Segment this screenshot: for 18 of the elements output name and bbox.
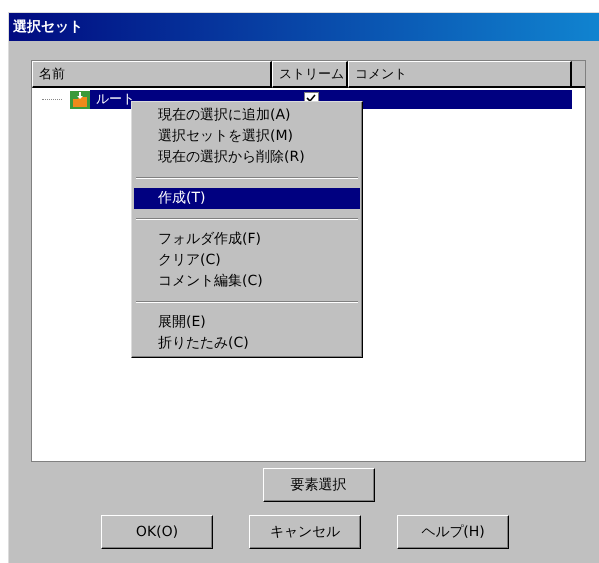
menu-item[interactable]: フォルダ作成(F) xyxy=(134,229,360,250)
select-elements-button[interactable]: 要素選択 xyxy=(262,468,374,502)
column-header[interactable]: コメント xyxy=(348,61,572,88)
header-spacer xyxy=(572,61,585,88)
dialog-button[interactable]: OK(O) xyxy=(101,515,213,549)
column-header[interactable]: 名前 xyxy=(32,61,272,88)
dialog-button[interactable]: ヘルプ(H) xyxy=(397,515,509,549)
column-header[interactable]: ストリーム xyxy=(272,61,348,88)
menu-item[interactable]: 折りたたみ(C) xyxy=(134,333,360,354)
menu-item[interactable]: 現在の選択から削除(R) xyxy=(134,147,360,168)
folder-icon xyxy=(70,90,90,108)
menu-item[interactable]: コメント編集(C) xyxy=(134,271,360,292)
window-title: 選択セット xyxy=(13,18,83,36)
menu-item[interactable]: クリア(C) xyxy=(134,250,360,271)
dialog-button[interactable]: キャンセル xyxy=(249,515,361,549)
menu-item[interactable]: 展開(E) xyxy=(134,312,360,333)
menu-item[interactable]: 選択セットを選択(M) xyxy=(134,126,360,147)
menu-item[interactable]: 作成(T) xyxy=(134,188,360,209)
